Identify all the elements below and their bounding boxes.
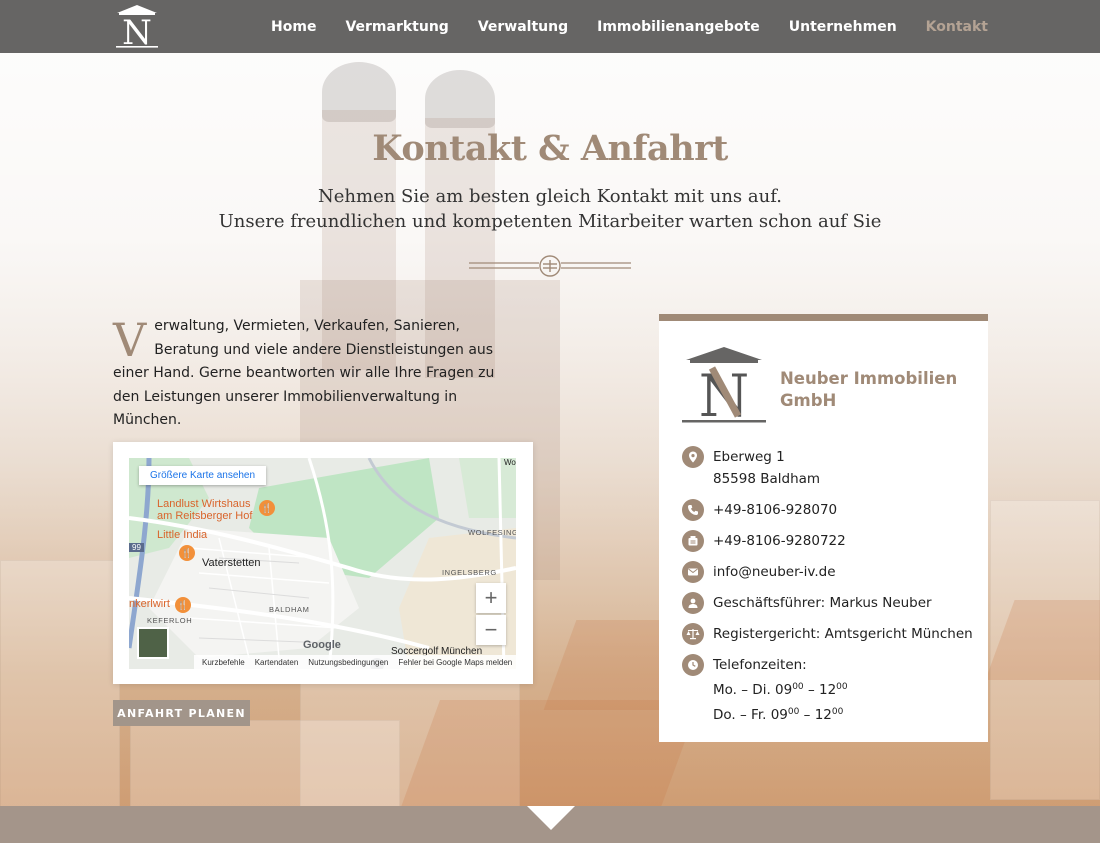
company-name: Neuber Immobilien GmbH: [780, 368, 970, 412]
map-footer-terms[interactable]: Nutzungsbedingungen: [308, 658, 388, 667]
scales-icon: [682, 623, 704, 645]
address-street: Eberweg 1: [713, 449, 785, 465]
location-icon: [682, 446, 704, 468]
hours-label: Telefonzeiten:: [713, 657, 807, 673]
zoom-in-button[interactable]: +: [476, 583, 506, 613]
hours-2-to-sup: 00: [831, 707, 844, 717]
map-footer: Kurzbefehle Kartendaten Nutzungsbedingun…: [194, 655, 516, 669]
place-keferloh: KEFERLOH: [147, 616, 193, 625]
nav-verwaltung[interactable]: Verwaltung: [478, 19, 568, 35]
poi-nkerlwirt[interactable]: nkerlwirt: [129, 598, 170, 610]
top-navigation-bar: N Home Vermarktung Verwaltung Immobilien…: [0, 0, 1100, 53]
clock-icon: [682, 654, 704, 676]
map-roads-graphic: [129, 458, 516, 669]
hours-1-to-sup: 00: [836, 682, 848, 692]
section-notch-arrow: [527, 806, 575, 830]
hours-1-from-sup: 00: [792, 682, 804, 692]
address-row: Eberweg 1 85598 Baldham: [682, 446, 820, 490]
person-icon: [682, 592, 704, 614]
satellite-toggle[interactable]: [137, 627, 169, 659]
fax-row: +49-8106-9280722: [682, 530, 846, 552]
contact-card: N Neuber Immobilien GmbH Eberweg 1 85598…: [659, 314, 988, 742]
phone-row: +49-8106-928070: [682, 499, 837, 521]
address-city: 85598 Baldham: [713, 471, 821, 487]
fax-icon: [682, 530, 704, 552]
place-vaterstetten: Vaterstetten: [202, 557, 261, 569]
logo-icon[interactable]: N: [113, 4, 161, 50]
manager-text: Geschäftsführer: Markus Neuber: [713, 595, 932, 611]
google-map[interactable]: Größere Karte ansehen Landlust Wirtshaus…: [129, 458, 516, 669]
larger-map-link[interactable]: Größere Karte ansehen: [139, 466, 267, 485]
nav-unternehmen[interactable]: Unternehmen: [789, 19, 897, 35]
company-logo-icon: N: [682, 347, 766, 426]
email-row: info@neuber-iv.de: [682, 561, 836, 583]
intro-paragraph: Verwaltung, Vermieten, Verkaufen, Sanier…: [113, 315, 523, 433]
place-baldham: BALDHAM: [269, 605, 310, 614]
subtitle-line-1: Nehmen Sie am besten gleich Kontakt mit …: [318, 186, 782, 207]
restaurant-icon[interactable]: 🍴: [179, 545, 195, 561]
hours-2-days: Do. – Fr. 09: [713, 707, 788, 723]
place-ingelsberg: INGELSBERG: [442, 568, 497, 577]
email-icon: [682, 561, 704, 583]
register-row: Registergericht: Amtsgericht München: [682, 623, 973, 645]
map-footer-report[interactable]: Fehler bei Google Maps melden: [398, 658, 512, 667]
hours-2-to: – 12: [799, 707, 832, 723]
nav-vermarktung[interactable]: Vermarktung: [345, 19, 448, 35]
map-footer-mapdata[interactable]: Kartendaten: [255, 658, 299, 667]
route-badge: 99: [129, 543, 144, 552]
fax-number: +49-8106-9280722: [713, 533, 846, 549]
nav-home[interactable]: Home: [271, 19, 316, 35]
main-nav: Home Vermarktung Verwaltung Immobilienan…: [271, 0, 988, 53]
poi-landlust-line-2: am Reitsberger Hof: [157, 510, 253, 522]
road-label: Wo: [504, 458, 516, 467]
poi-landlust[interactable]: Landlust Wirtshaus am Reitsberger Hof: [157, 498, 252, 522]
email-link[interactable]: info@neuber-iv.de: [713, 564, 836, 580]
hours-line-2: Do. – Fr. 0900 – 1200: [713, 704, 848, 726]
nav-kontakt[interactable]: Kontakt: [926, 19, 988, 35]
restaurant-icon[interactable]: 🍴: [175, 597, 191, 613]
map-card: Größere Karte ansehen Landlust Wirtshaus…: [113, 442, 533, 684]
manager-row: Geschäftsführer: Markus Neuber: [682, 592, 932, 614]
place-wolfesing: WOLFESING: [468, 528, 516, 537]
page-subtitle: Nehmen Sie am besten gleich Kontakt mit …: [0, 184, 1100, 234]
company-name-line-1: Neuber Immobilien: [780, 369, 958, 388]
dropcap-letter: V: [113, 313, 147, 367]
intro-text: erwaltung, Vermieten, Verkaufen, Saniere…: [113, 318, 495, 428]
hours-1-to: – 12: [803, 682, 837, 698]
zoom-out-button[interactable]: −: [476, 615, 506, 645]
poi-little-india[interactable]: Little India: [157, 529, 207, 541]
phone-link[interactable]: +49-8106-928070: [713, 502, 837, 518]
register-text: Registergericht: Amtsgericht München: [713, 626, 973, 642]
hours-row: Telefonzeiten: Mo. – Di. 0900 – 1200 Do.…: [682, 654, 848, 726]
poi-landlust-line-1: Landlust Wirtshaus: [157, 498, 251, 510]
company-name-line-2: GmbH: [780, 391, 837, 410]
divider-icon: [469, 255, 631, 277]
restaurant-icon[interactable]: 🍴: [259, 500, 275, 516]
hours-1-days: Mo. – Di. 09: [713, 682, 793, 698]
subtitle-line-2: Unsere freundlichen und kompetenten Mita…: [218, 211, 882, 232]
google-logo: Google: [303, 639, 341, 651]
nav-immobilienangebote[interactable]: Immobilienangebote: [597, 19, 760, 35]
hours-2-from-sup: 00: [787, 707, 800, 717]
hours-line-1: Mo. – Di. 0900 – 1200: [713, 679, 848, 701]
page-title: Kontakt & Anfahrt: [372, 128, 728, 169]
svg-text:N: N: [122, 13, 152, 50]
phone-icon: [682, 499, 704, 521]
plan-route-button[interactable]: ANFAHRT PLANEN: [113, 700, 250, 726]
map-footer-shortcuts[interactable]: Kurzbefehle: [202, 658, 245, 667]
